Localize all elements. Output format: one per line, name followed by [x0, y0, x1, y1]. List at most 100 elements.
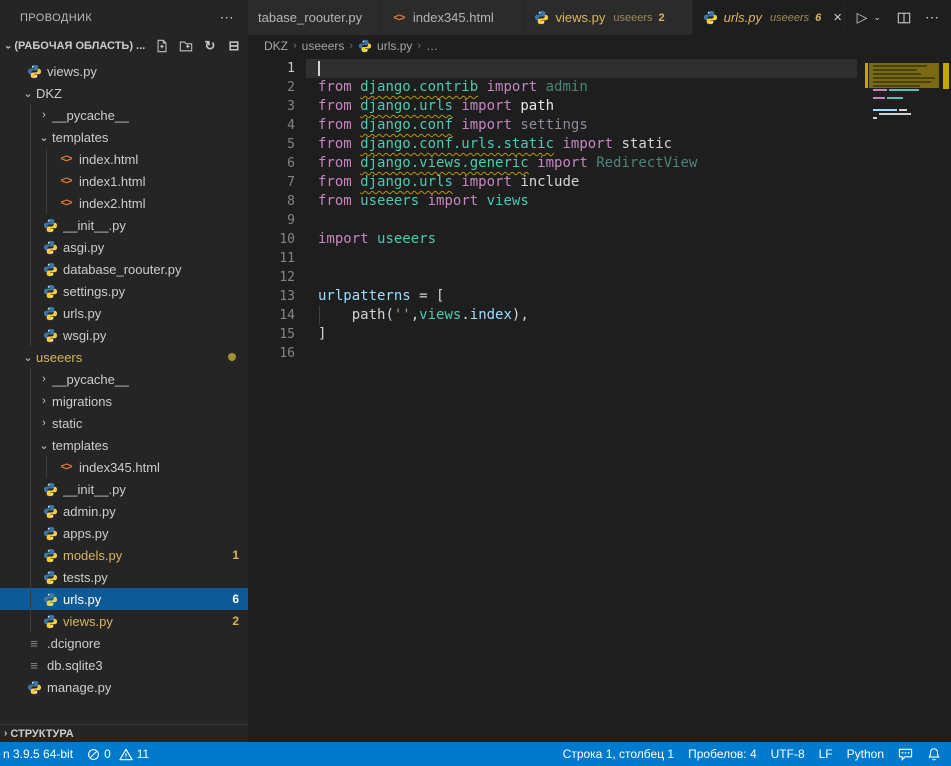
tree-file-db-sqlite3[interactable]: ≡db.sqlite3 [0, 654, 248, 676]
bell-icon[interactable] [920, 742, 951, 766]
tree-file-apps-py[interactable]: apps.py [0, 522, 248, 544]
tab-urls-py[interactable]: urls.pyuseeers6× [693, 0, 845, 35]
code-line-8[interactable]: 8from useeers import views [248, 192, 857, 211]
code-line-13[interactable]: 13urlpatterns = [ [248, 287, 857, 306]
breadcrumb-project[interactable]: DKZ [264, 39, 288, 53]
tree-file--init-py[interactable]: __init__.py [0, 478, 248, 500]
code-line-14[interactable]: 14 path('',views.index), [248, 306, 857, 325]
minimap-code-mark [873, 73, 921, 75]
tree-folder--pycache-[interactable]: ›__pycache__ [0, 368, 248, 390]
code-line-2[interactable]: 2from django.contrib import admin [248, 78, 857, 97]
refresh-icon[interactable]: ↻ [202, 38, 218, 54]
overview-ruler[interactable] [941, 57, 951, 742]
editor-actions: ▷ ⌄ ⋯ [845, 0, 951, 35]
code-line-10[interactable]: 10import useeers [248, 230, 857, 249]
close-icon[interactable]: × [831, 9, 844, 26]
encoding-status[interactable]: UTF-8 [764, 742, 812, 766]
tree-file-asgi-py[interactable]: asgi.py [0, 236, 248, 258]
line-number: 15 [248, 325, 295, 344]
python-file-icon [42, 283, 58, 299]
run-dropdown-icon[interactable]: ⌄ [871, 10, 883, 25]
minimap-code-mark [899, 109, 907, 111]
tree-folder-templates[interactable]: ⌄templates [0, 434, 248, 456]
tree-file-views-py[interactable]: views.py2 [0, 610, 248, 632]
tree-file-tests-py[interactable]: tests.py [0, 566, 248, 588]
code-line-16[interactable]: 16 [248, 344, 857, 363]
code-line-9[interactable]: 9 [248, 211, 857, 230]
code-line-3[interactable]: 3from django.urls import path [248, 97, 857, 116]
tab-index345-html[interactable]: <>index345.html [381, 0, 524, 35]
code-line-6[interactable]: 6from django.views.generic import Redire… [248, 154, 857, 173]
code-line-1[interactable]: 1 [248, 59, 857, 78]
code-line-15[interactable]: 15] [248, 325, 857, 344]
code-line-4[interactable]: 4from django.conf import settings [248, 116, 857, 135]
explorer-more-icon[interactable]: ⋯ [216, 7, 238, 28]
more-actions-icon[interactable]: ⋯ [923, 7, 941, 28]
outline-label: СТРУКТУРА [10, 728, 73, 740]
tree-item-label: admin.py [63, 504, 116, 519]
code-line-5[interactable]: 5from django.conf.urls.static import sta… [248, 135, 857, 154]
tree-file-models-py[interactable]: models.py1 [0, 544, 248, 566]
line-number: 5 [248, 135, 295, 154]
tree-file--dcignore[interactable]: ≡.dcignore [0, 632, 248, 654]
feedback-icon[interactable] [891, 742, 920, 766]
tree-file-urls-py[interactable]: urls.py [0, 302, 248, 324]
tree-file-index345-html[interactable]: <>index345.html [0, 456, 248, 478]
tree-item-label: wsgi.py [63, 328, 106, 343]
problem-count-badge: 1 [232, 548, 239, 562]
tab-tabase-roouter-py[interactable]: tabase_roouter.py [248, 0, 381, 35]
python-file-icon [42, 613, 58, 629]
minimap[interactable] [865, 57, 941, 742]
tree-folder--pycache-[interactable]: ›__pycache__ [0, 104, 248, 126]
tree-file-database-roouter-py[interactable]: database_roouter.py [0, 258, 248, 280]
code-line-7[interactable]: 7from django.urls import include [248, 173, 857, 192]
tree-file-manage-py[interactable]: manage.py [0, 676, 248, 698]
python-file-icon [703, 10, 718, 26]
problems-status[interactable]: 0 11 [80, 742, 156, 766]
tree-file-urls-py[interactable]: urls.py6 [0, 588, 248, 610]
tree-file-views-py[interactable]: views.py [0, 60, 248, 82]
warning-icon [119, 748, 133, 761]
cursor-position-status[interactable]: Строка 1, столбец 1 [556, 742, 681, 766]
code-line-12[interactable]: 12 [248, 268, 857, 287]
warning-count: 11 [137, 747, 149, 761]
tree-file-settings-py[interactable]: settings.py [0, 280, 248, 302]
run-button[interactable]: ▷ [855, 7, 870, 28]
collapse-all-icon[interactable]: ⊟ [226, 38, 242, 54]
outline-section-header[interactable]: › СТРУКТУРА [0, 724, 248, 742]
split-editor-icon[interactable] [895, 9, 913, 27]
tree-folder-useeers[interactable]: ⌄useeers [0, 346, 248, 368]
tree-folder-DKZ[interactable]: ⌄DKZ [0, 82, 248, 104]
eol-status[interactable]: LF [812, 742, 840, 766]
new-file-icon[interactable] [154, 38, 170, 54]
tree-folder-migrations[interactable]: ›migrations [0, 390, 248, 412]
line-number: 13 [248, 287, 295, 306]
tree-item-label: __pycache__ [52, 372, 129, 387]
tree-file-admin-py[interactable]: admin.py [0, 500, 248, 522]
tree-file-wsgi-py[interactable]: wsgi.py [0, 324, 248, 346]
tab-label: urls.py [724, 10, 762, 25]
tree-folder-templates[interactable]: ⌄templates [0, 126, 248, 148]
tree-file-index1-html[interactable]: <>index1.html [0, 170, 248, 192]
code-lines: 12from django.contrib import admin3from … [248, 59, 857, 363]
breadcrumb-folder[interactable]: useeers [302, 39, 345, 53]
workspace-section-header[interactable]: ⌄ (РАБОЧАЯ ОБЛАСТЬ) ... ↻ ⊟ [0, 35, 248, 57]
python-file-icon [42, 305, 58, 321]
new-folder-icon[interactable] [178, 38, 194, 54]
tree-file--init-py[interactable]: __init__.py [0, 214, 248, 236]
tree-file-index-html[interactable]: <>index.html [0, 148, 248, 170]
tree-file-index2-html[interactable]: <>index2.html [0, 192, 248, 214]
tree-folder-static[interactable]: ›static [0, 412, 248, 434]
minimap-code-mark [889, 89, 919, 91]
language-mode-status[interactable]: Python [840, 742, 891, 766]
python-interpreter-status[interactable]: n 3.9.5 64-bit [0, 742, 80, 766]
breadcrumb-file[interactable]: urls.py [377, 39, 412, 53]
breadcrumb-symbol[interactable]: … [426, 39, 438, 53]
indentation-status[interactable]: Пробелов: 4 [681, 742, 764, 766]
tab-views-py[interactable]: views.pyuseeers2 [524, 0, 693, 35]
python-file-icon [26, 679, 42, 695]
minimap-code-mark [879, 113, 911, 115]
code-line-11[interactable]: 11 [248, 249, 857, 268]
python-file-icon [26, 63, 42, 79]
code-editor[interactable]: 12from django.contrib import admin3from … [248, 57, 951, 742]
